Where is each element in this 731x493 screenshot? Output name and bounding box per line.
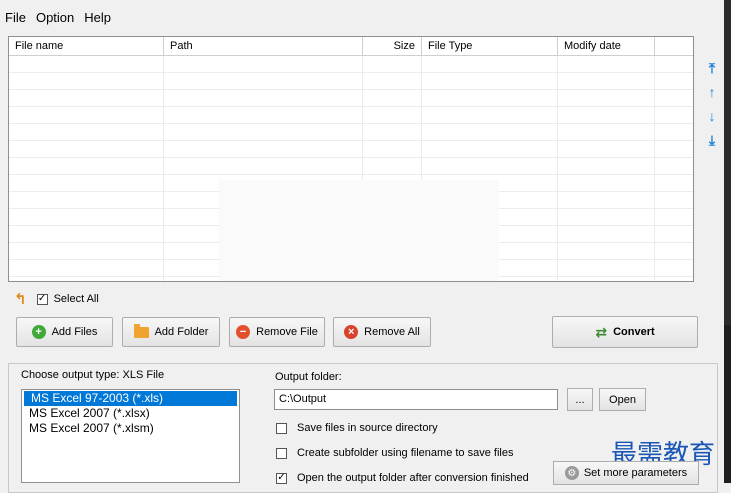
close-icon: ×: [344, 325, 359, 339]
move-up-icon[interactable]: ↑: [702, 80, 722, 104]
gear-icon: ⚙: [564, 466, 579, 480]
option-create-subfolder[interactable]: Create subfolder using filename to save …: [276, 446, 513, 460]
folder-icon: [133, 323, 149, 338]
minus-icon: −: [236, 325, 251, 339]
open-folder-button[interactable]: Open: [599, 388, 646, 411]
menu-bar: File Option Help: [0, 8, 116, 28]
select-all-label[interactable]: Select All: [54, 293, 99, 305]
level-up-icon[interactable]: ↰: [14, 290, 27, 308]
add-folder-button[interactable]: Add Folder: [122, 317, 220, 347]
convert-icon: ⇄: [595, 323, 608, 340]
menu-option[interactable]: Option: [31, 8, 79, 28]
save-in-source-checkbox[interactable]: [276, 422, 287, 434]
output-folder-label: Output folder:: [275, 371, 342, 383]
output-folder-input[interactable]: C:\Output: [274, 389, 558, 410]
select-all-checkbox[interactable]: ✓: [36, 293, 48, 305]
add-files-button[interactable]: + Add Files: [16, 317, 113, 347]
move-down-icon[interactable]: ↓: [702, 104, 722, 128]
list-overlay: [219, 180, 499, 281]
file-list[interactable]: File name Path Size File Type Modify dat…: [8, 36, 694, 282]
file-list-header: File name Path Size File Type Modify dat…: [9, 37, 693, 56]
set-more-parameters-button[interactable]: ⚙ Set more parameters: [553, 461, 699, 485]
remove-file-button[interactable]: − Remove File: [229, 317, 325, 347]
plus-icon: +: [31, 325, 46, 339]
column-header-file-type[interactable]: File Type: [422, 37, 558, 55]
column-header-modify-date[interactable]: Modify date: [558, 37, 655, 55]
convert-button[interactable]: ⇄ Convert: [552, 316, 698, 348]
output-type-label: Choose output type: XLS File: [21, 369, 165, 381]
reorder-controls: ⤒ ↑ ↓ ⤓: [702, 56, 722, 152]
menu-file[interactable]: File: [0, 8, 31, 28]
open-output-folder-checkbox[interactable]: ✓: [276, 472, 287, 484]
move-bottom-icon[interactable]: ⤓: [702, 128, 722, 152]
output-type-list[interactable]: MS Excel 97-2003 (*.xls) MS Excel 2007 (…: [21, 389, 240, 483]
option-save-in-source[interactable]: Save files in source directory: [276, 421, 438, 435]
remove-all-button[interactable]: × Remove All: [333, 317, 431, 347]
menu-help[interactable]: Help: [79, 8, 116, 28]
column-header-size[interactable]: Size: [363, 37, 422, 55]
select-all-row: ↰ ✓ Select All: [14, 290, 99, 308]
browse-button[interactable]: ...: [567, 388, 593, 411]
column-header-file-name[interactable]: File name: [9, 37, 164, 55]
create-subfolder-checkbox[interactable]: [276, 447, 287, 459]
output-type-option-xlsx[interactable]: MS Excel 2007 (*.xlsx): [22, 406, 239, 421]
output-type-option-xls[interactable]: MS Excel 97-2003 (*.xls): [24, 391, 237, 406]
output-type-option-xlsm[interactable]: MS Excel 2007 (*.xlsm): [22, 421, 239, 436]
move-top-icon[interactable]: ⤒: [702, 56, 722, 80]
window-edge: [724, 0, 731, 483]
column-header-path[interactable]: Path: [164, 37, 363, 55]
